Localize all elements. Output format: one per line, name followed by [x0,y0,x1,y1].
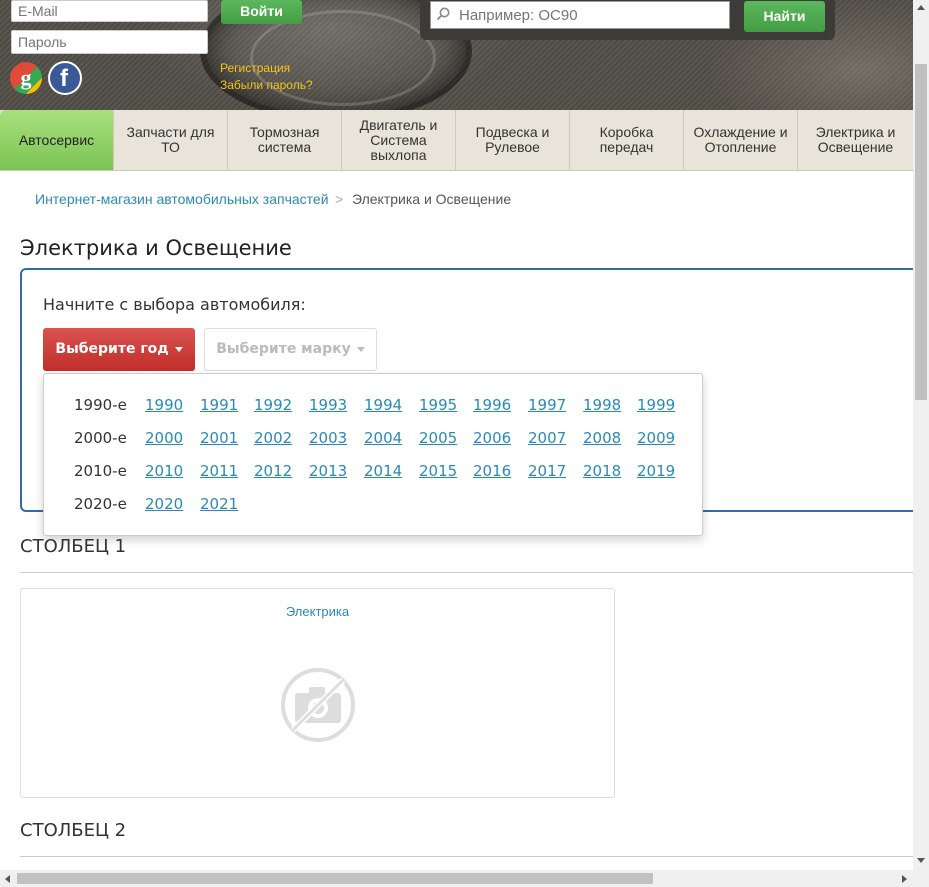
year-link[interactable]: 1992 [254,396,292,414]
year-link[interactable]: 2021 [200,495,238,513]
year-link[interactable]: 2002 [254,429,292,447]
year-link[interactable]: 1994 [364,396,402,414]
year-link[interactable]: 1993 [309,396,347,414]
column-2-title: СТОЛБЕЦ 2 [20,820,127,841]
search-icon [436,7,450,21]
login-button[interactable]: Войти [221,0,302,24]
year-link[interactable]: 2017 [528,462,566,480]
year-link[interactable]: 2011 [200,462,238,480]
year-link[interactable]: 1990 [145,396,183,414]
nav-item-brakes[interactable]: Тормозная система [228,110,342,170]
search-input[interactable] [430,1,730,29]
year-link[interactable]: 2000 [145,429,183,447]
nav-item-maintenance-parts[interactable]: Запчасти для ТО [114,110,228,170]
page-title: Электрика и Освещение [20,236,292,260]
year-link[interactable]: 1995 [419,396,457,414]
year-link[interactable]: 2003 [309,429,347,447]
selector-prompt: Начните с выбора автомобиля: [43,295,306,314]
year-link[interactable]: 1998 [583,396,621,414]
select-make-label: Выберите марку [216,341,351,357]
year-link[interactable]: 2004 [364,429,402,447]
select-year-label: Выберите год [55,341,169,357]
year-link[interactable]: 2001 [200,429,238,447]
category-nav: Автосервис Запчасти для ТО Тормозная сис… [0,110,913,171]
decade-label: 2020-е [74,495,127,513]
nav-item-suspension-steering[interactable]: Подвеска и Рулевое [456,110,570,170]
year-link[interactable]: 1991 [200,396,238,414]
year-link[interactable]: 2010 [145,462,183,480]
nav-item-electrics-lighting[interactable]: Электрика и Освещение [798,110,913,170]
horizontal-scroll-thumb[interactable] [17,873,653,884]
select-make-button: Выберите марку [204,328,377,371]
email-field[interactable] [11,0,208,22]
decade-label: 2010-е [74,462,127,480]
forgot-password-link[interactable]: Забыли пароль? [220,78,313,92]
year-link[interactable]: 2020 [145,495,183,513]
nav-item-autoservice[interactable]: Автосервис [0,110,114,170]
year-link[interactable]: 2013 [309,462,347,480]
breadcrumb-separator: > [335,191,344,207]
category-card-link[interactable]: Электрика [20,604,615,619]
chevron-down-icon [174,346,183,352]
year-link[interactable]: 2008 [583,429,621,447]
year-link[interactable]: 2019 [637,462,675,480]
column-1-title: СТОЛБЕЦ 1 [20,536,127,557]
google-login-icon[interactable]: g [10,62,42,94]
nav-item-cooling-heating[interactable]: Охлаждение и Отопление [684,110,798,170]
scroll-down-icon[interactable] [917,858,925,863]
scroll-left-icon[interactable] [5,875,10,883]
year-link[interactable]: 1999 [637,396,675,414]
year-link[interactable]: 2005 [419,429,457,447]
year-link[interactable]: 2015 [419,462,457,480]
breadcrumb-current: Электрика и Освещение [352,191,512,207]
select-year-button[interactable]: Выберите год [43,328,195,371]
year-link[interactable]: 1997 [528,396,566,414]
divider [20,572,913,573]
nav-item-engine-exhaust[interactable]: Двигатель и Система выхлопа [342,110,456,170]
divider [20,856,913,857]
vertical-scroll-thumb[interactable] [915,64,927,400]
year-link[interactable]: 2006 [473,429,511,447]
search-button[interactable]: Найти [744,1,825,32]
decade-label: 2000-е [74,429,127,447]
nav-item-transmission[interactable]: Коробка передач [570,110,684,170]
breadcrumb-home-link[interactable]: Интернет-магазин автомобильных запчастей [35,191,329,207]
decade-label: 1990-е [74,396,127,414]
year-link[interactable]: 2018 [583,462,621,480]
year-link[interactable]: 1996 [473,396,511,414]
year-link[interactable]: 2016 [473,462,511,480]
year-link[interactable]: 2014 [364,462,402,480]
chevron-down-icon [356,346,365,352]
year-link[interactable]: 2007 [528,429,566,447]
facebook-login-icon[interactable]: f [48,61,82,95]
scroll-right-icon[interactable] [902,875,907,883]
register-link[interactable]: Регистрация [220,61,290,75]
password-field[interactable] [11,30,208,54]
year-link[interactable]: 2012 [254,462,292,480]
no-image-camera-icon [281,668,355,742]
scroll-up-icon[interactable] [917,5,925,10]
year-link[interactable]: 2009 [637,429,675,447]
